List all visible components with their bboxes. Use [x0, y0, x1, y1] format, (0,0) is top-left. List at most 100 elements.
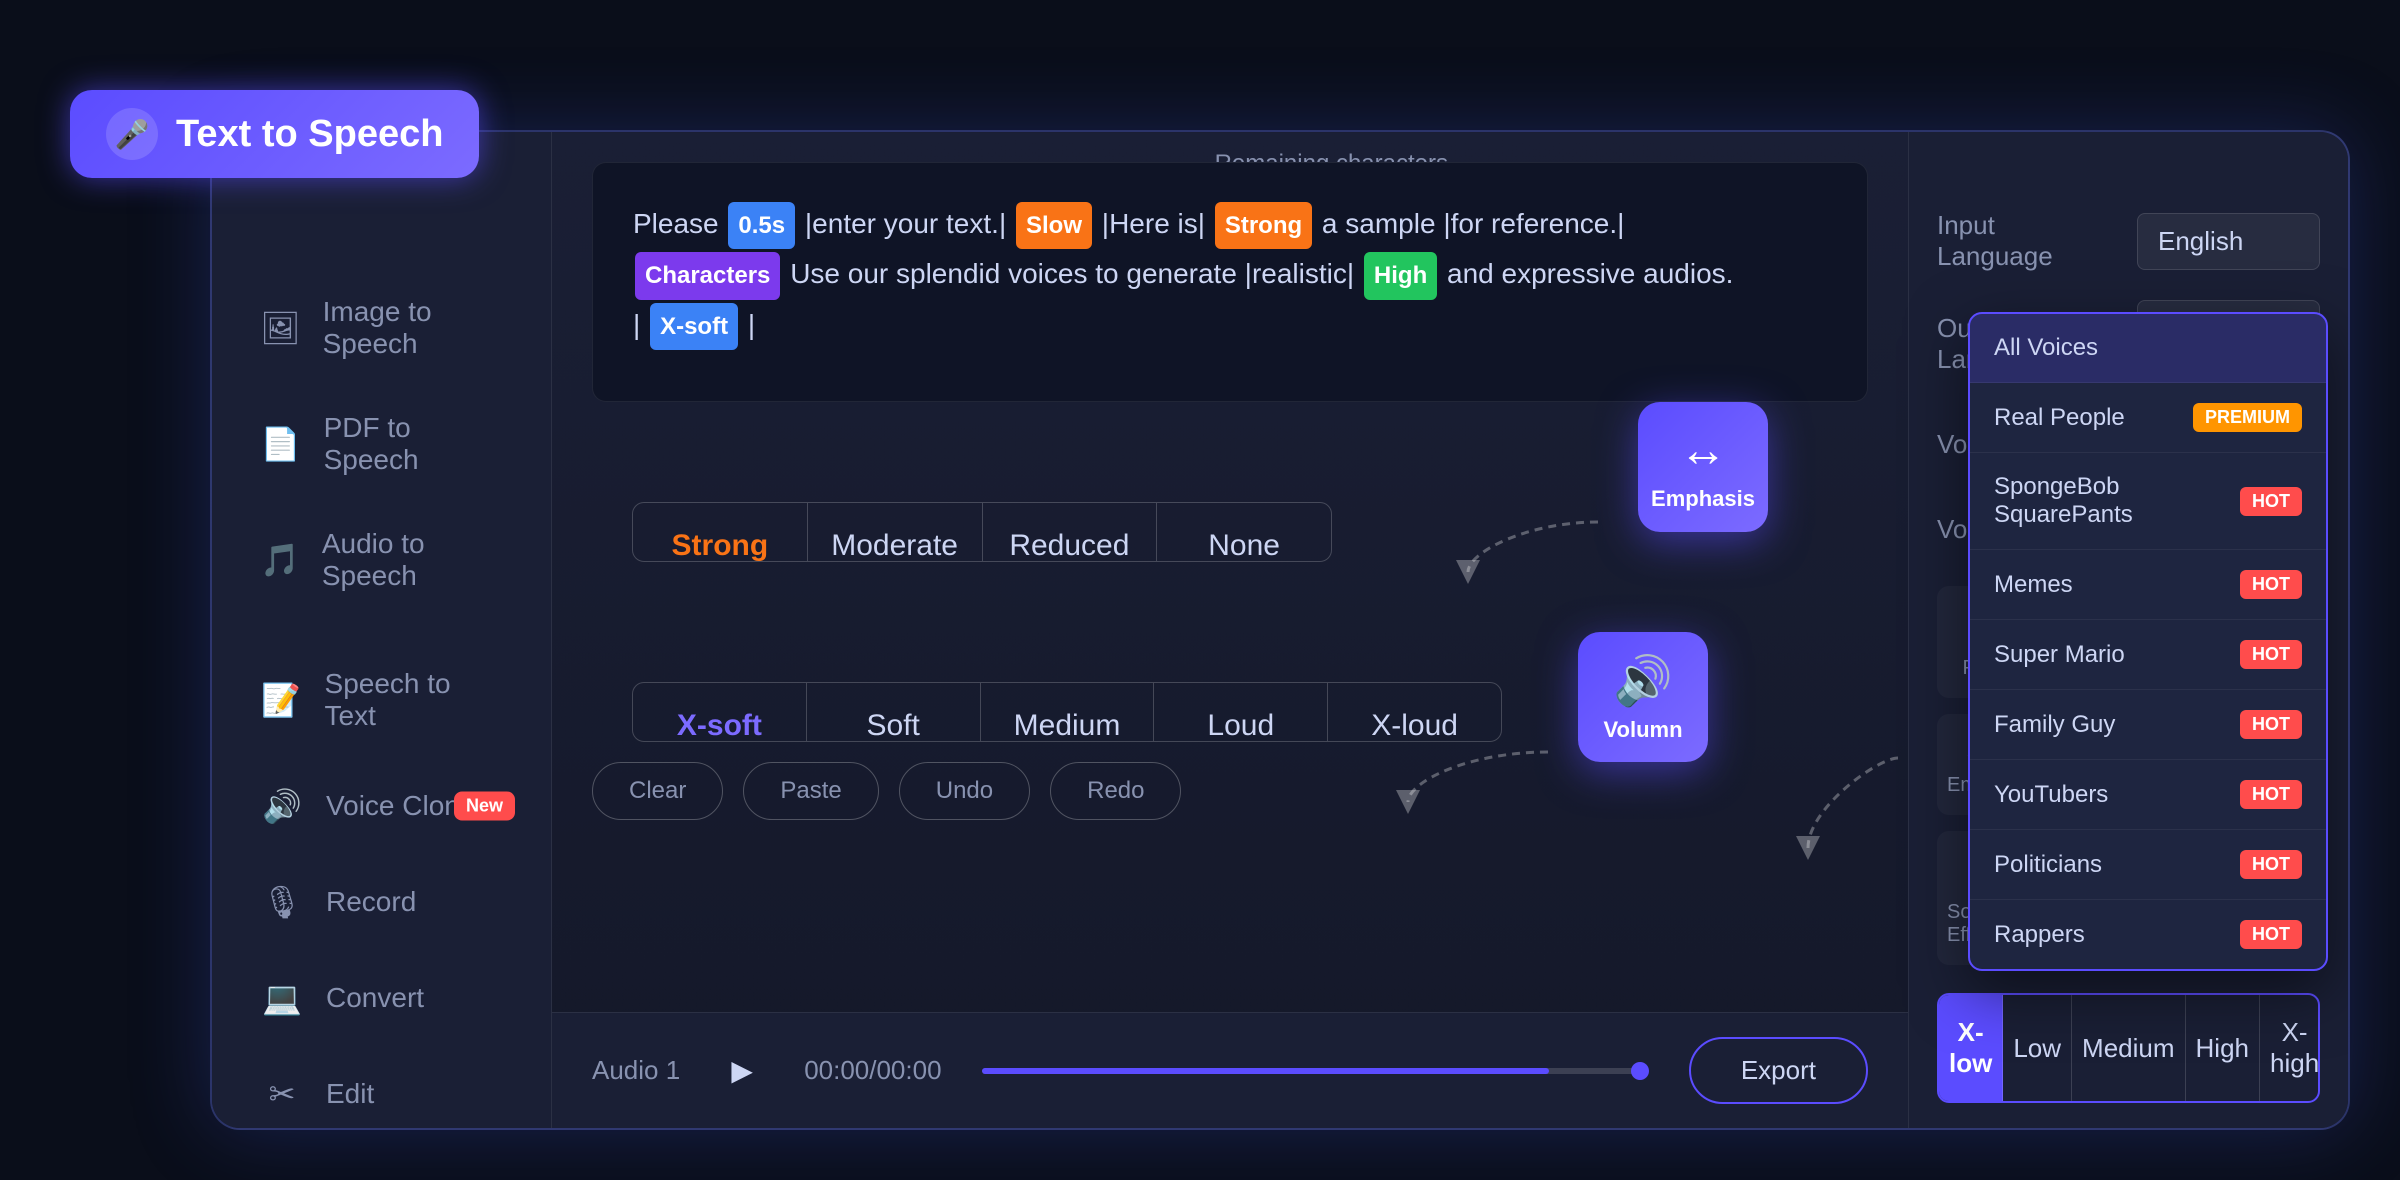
- text-display[interactable]: Please 0.5s |enter your text.| Slow |Her…: [592, 162, 1868, 402]
- dropdown-rappers-label: Rappers: [1994, 921, 2085, 949]
- dropdown-politicians-label: Politicians: [1994, 851, 2102, 879]
- editor-toolbar: Clear Paste Undo Redo: [592, 762, 1868, 830]
- text-pipe-start: |: [633, 309, 648, 340]
- dropdown-rappers-badge: HOT: [2240, 920, 2302, 949]
- dropdown-politicians[interactable]: Politicians HOT: [1970, 830, 2326, 900]
- tag-strong[interactable]: Strong: [1215, 202, 1312, 249]
- progress-thumb: [1631, 1062, 1649, 1080]
- text-voices: Use our splendid voices to generate |rea…: [790, 258, 1362, 289]
- dropdown-spongebob[interactable]: SpongeBob SquarePants HOT: [1970, 453, 2326, 550]
- emphasis-moderate-btn[interactable]: Moderate: [808, 503, 983, 561]
- tag-slow[interactable]: Slow: [1016, 202, 1092, 249]
- app-container: 🖼 Image to Speech 📄 PDF to Speech 🎵 Audi…: [210, 130, 2350, 1130]
- input-language-row: Input Language English: [1937, 210, 2320, 272]
- paste-button[interactable]: Paste: [743, 762, 878, 820]
- sidebar-label-pdf-to-speech: PDF to Speech: [324, 412, 503, 476]
- input-language-label: Input Language: [1937, 210, 2117, 272]
- audio-player: Audio 1 ▶ 00:00/00:00 Export: [552, 1012, 1908, 1128]
- logo-text: Text to Speech: [176, 113, 443, 156]
- time-display: 00:00/00:00: [804, 1055, 941, 1086]
- input-language-select[interactable]: English: [2137, 213, 2320, 270]
- volume-soft-btn[interactable]: Soft: [807, 683, 981, 741]
- tag-characters[interactable]: Characters: [635, 252, 780, 299]
- dropdown-family-guy-label: Family Guy: [1994, 711, 2115, 739]
- new-badge: New: [454, 792, 515, 821]
- sidebar-item-edit[interactable]: ✂ Edit: [224, 1048, 539, 1130]
- pitch-xlow-btn[interactable]: X-low: [1939, 995, 2003, 1101]
- redo-button[interactable]: Redo: [1050, 762, 1181, 820]
- dropdown-memes[interactable]: Memes HOT: [1970, 550, 2326, 620]
- dropdown-all-voices[interactable]: All Voices: [1970, 314, 2326, 383]
- dropdown-politicians-badge: HOT: [2240, 850, 2302, 879]
- tag-05s[interactable]: 0.5s: [728, 202, 795, 249]
- dropdown-memes-badge: HOT: [2240, 570, 2302, 599]
- progress-fill: [982, 1068, 1549, 1074]
- voice-clone-icon: 🔊: [260, 784, 304, 828]
- dropdown-spongebob-badge: HOT: [2240, 487, 2302, 516]
- undo-button[interactable]: Undo: [899, 762, 1030, 820]
- dropdown-youtubers[interactable]: YouTubers HOT: [1970, 760, 2326, 830]
- volume-medium-btn[interactable]: Medium: [981, 683, 1155, 741]
- logo-icon: 🎤: [106, 108, 158, 160]
- emphasis-arrow: [1448, 512, 1648, 592]
- tag-xsoft[interactable]: X-soft: [650, 303, 738, 350]
- text-pipe-end: |: [748, 309, 755, 340]
- sidebar-label-audio-to-speech: Audio to Speech: [322, 528, 503, 592]
- pdf-to-speech-icon: 📄: [260, 422, 302, 466]
- emphasis-none-btn[interactable]: None: [1157, 503, 1331, 561]
- emphasis-reduced-btn[interactable]: Reduced: [983, 503, 1158, 561]
- volume-options: X-soft Soft Medium Loud X-loud: [632, 682, 1502, 742]
- sidebar-item-audio-to-speech[interactable]: 🎵 Audio to Speech: [224, 504, 539, 616]
- voice-type-dropdown[interactable]: All Voices Real People PREMIUM SpongeBob…: [1968, 312, 2328, 971]
- tag-high[interactable]: High: [1364, 252, 1437, 299]
- image-to-speech-icon: 🖼: [260, 306, 301, 350]
- dropdown-family-guy-badge: HOT: [2240, 710, 2302, 739]
- sidebar-item-image-to-speech[interactable]: 🖼 Image to Speech: [224, 272, 539, 384]
- sidebar-item-pdf-to-speech[interactable]: 📄 PDF to Speech: [224, 388, 539, 500]
- edit-icon: ✂: [260, 1072, 304, 1116]
- volume-arrow: [1388, 742, 1608, 822]
- dropdown-super-mario[interactable]: Super Mario HOT: [1970, 620, 2326, 690]
- progress-bar[interactable]: [982, 1068, 1649, 1074]
- emphasis-float-label: Emphasis: [1651, 486, 1755, 512]
- volume-xsoft-btn[interactable]: X-soft: [633, 683, 807, 741]
- volume-loud-btn[interactable]: Loud: [1154, 683, 1328, 741]
- sidebar: 🖼 Image to Speech 📄 PDF to Speech 🎵 Audi…: [212, 132, 552, 1128]
- emphasis-icon-symbol: ↔: [1679, 423, 1727, 478]
- audio-to-speech-icon: 🎵: [260, 538, 300, 582]
- logo-badge[interactable]: 🎤 Text to Speech: [70, 90, 479, 178]
- pitch-high-btn[interactable]: High: [2186, 995, 2260, 1101]
- emphasis-float-container: ↔ Emphasis: [1638, 402, 1768, 532]
- sidebar-label-image-to-speech: Image to Speech: [323, 296, 503, 360]
- sidebar-label-edit: Edit: [326, 1078, 374, 1110]
- dropdown-real-people[interactable]: Real People PREMIUM: [1970, 383, 2326, 453]
- clear-button[interactable]: Clear: [592, 762, 723, 820]
- sidebar-item-record[interactable]: 🎙 Record: [224, 856, 539, 948]
- dropdown-spongebob-label: SpongeBob SquarePants: [1994, 473, 2240, 529]
- volume-float-label: Volumn: [1603, 717, 1682, 743]
- sidebar-item-voice-clone[interactable]: 🔊 Voice Clone New: [224, 760, 539, 852]
- sidebar-item-convert[interactable]: 💻 Convert: [224, 952, 539, 1044]
- emphasis-float-icon[interactable]: ↔ Emphasis: [1638, 402, 1768, 532]
- text-expressive: and expressive audios.: [1447, 258, 1733, 289]
- dropdown-real-people-badge: PREMIUM: [2193, 403, 2302, 432]
- convert-icon: 💻: [260, 976, 304, 1020]
- dropdown-youtubers-label: YouTubers: [1994, 781, 2108, 809]
- dropdown-rappers[interactable]: Rappers HOT: [1970, 900, 2326, 969]
- play-button[interactable]: ▶: [720, 1049, 764, 1093]
- editor-panel: Please 0.5s |enter your text.| Slow |Her…: [552, 132, 1908, 1012]
- pitch-low-btn[interactable]: Low: [2003, 995, 2072, 1101]
- dropdown-super-mario-label: Super Mario: [1994, 641, 2125, 669]
- pitch-medium-btn[interactable]: Medium: [2072, 995, 2185, 1101]
- sidebar-item-speech-to-text[interactable]: 📝 Speech to Text: [224, 644, 539, 756]
- emphasis-strong-btn[interactable]: Strong: [633, 503, 808, 561]
- dropdown-family-guy[interactable]: Family Guy HOT: [1970, 690, 2326, 760]
- text-here: |Here is|: [1102, 208, 1213, 239]
- dropdown-super-mario-badge: HOT: [2240, 640, 2302, 669]
- pitch-xhigh-btn[interactable]: X-high: [2260, 995, 2320, 1101]
- pitch-arrow: [1798, 748, 1918, 868]
- speech-to-text-icon: 📝: [260, 678, 303, 722]
- dropdown-youtubers-badge: HOT: [2240, 780, 2302, 809]
- volume-xloud-btn[interactable]: X-loud: [1328, 683, 1501, 741]
- export-button[interactable]: Export: [1689, 1037, 1868, 1104]
